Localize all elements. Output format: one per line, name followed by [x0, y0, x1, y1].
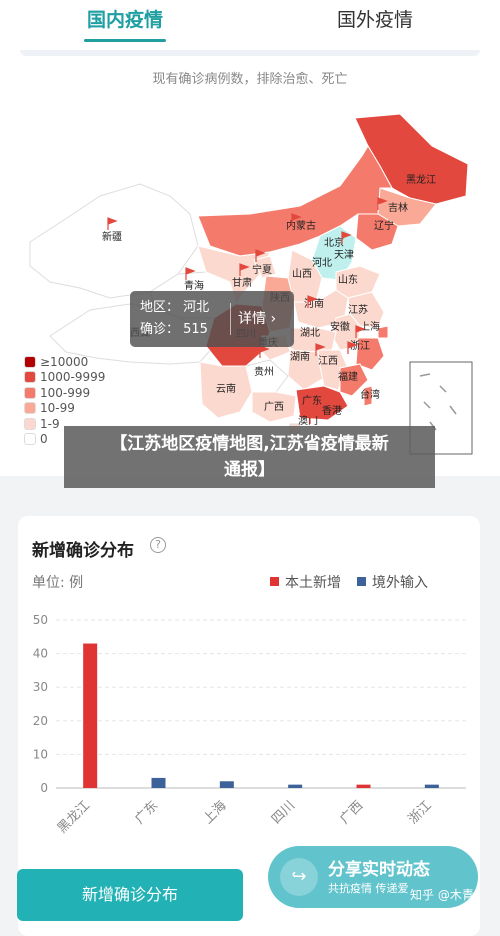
label-guangxi: 广西 [264, 401, 284, 413]
tab-overseas[interactable]: 国外疫情 [250, 0, 500, 46]
region-tooltip: 地区： 河北 确诊： 515 详情 › [130, 291, 294, 347]
y-tick-label: 10 [33, 747, 48, 761]
label-jiangsu: 江苏 [348, 303, 368, 316]
label-hunan: 湖南 [290, 350, 310, 363]
label-hebei: 河北 [312, 257, 332, 269]
legend-label: 1-9 [40, 416, 60, 431]
tooltip-divider [230, 303, 231, 335]
tooltip-region: 地区： 河北 [140, 300, 210, 315]
label-shanghai: 上海 [360, 320, 380, 333]
label-guizhou: 贵州 [254, 365, 274, 378]
legend-swatch [24, 371, 36, 384]
label-gansu: 甘肃 [232, 276, 252, 289]
banner-line-1: 【江苏地区疫情地图,江苏省疫情最新 [110, 434, 389, 454]
tooltip-confirmed: 确诊： 515 [140, 322, 208, 337]
label-hubei: 湖北 [300, 327, 320, 339]
label-anhui: 安徽 [330, 320, 350, 333]
banner-line-2: 通报】 [224, 460, 275, 480]
label-xianggang: 香港 [322, 405, 342, 417]
share-icon: ↪ [280, 858, 318, 896]
bar-local[interactable] [83, 643, 98, 788]
legend-label: ≥10000 [40, 354, 89, 369]
y-tick-label: 20 [33, 714, 48, 728]
y-tick-label: 30 [33, 680, 48, 694]
label-jiangxi: 江西 [318, 355, 338, 367]
y-tick-label: 0 [40, 781, 48, 795]
label-shandong: 山东 [338, 273, 358, 286]
article-title-banner: 【江苏地区疫情地图,江苏省疫情最新 通报】 [64, 426, 435, 488]
share-title: 分享实时动态 [328, 860, 430, 880]
legend-label: 100-999 [40, 385, 91, 400]
bar-local[interactable] [356, 784, 371, 788]
legend-label: 0 [40, 432, 48, 447]
label-beijing: 北京 [324, 236, 344, 249]
label-jilin: 吉林 [388, 201, 408, 214]
x-tick-label: 上海 [201, 798, 230, 827]
bar-imported[interactable] [424, 784, 439, 788]
bar-imported[interactable] [219, 781, 234, 788]
x-tick-label: 浙江 [406, 798, 435, 827]
legend-label: 10-99 [40, 401, 75, 416]
legend-item: 1000-9999 [24, 370, 105, 386]
legend-label: 1000-9999 [40, 370, 106, 385]
x-tick-label: 四川 [269, 798, 298, 827]
watermark: 知乎 @木青 [410, 888, 474, 902]
legend-item: ≥10000 [24, 354, 105, 370]
label-neimenggu: 内蒙古 [286, 219, 316, 232]
x-tick-label: 广西 [337, 798, 366, 827]
legend-swatch [24, 417, 36, 430]
tab-bar: 国内疫情 国外疫情 [0, 0, 500, 46]
label-tianjin: 天津 [334, 249, 354, 261]
label-fujian: 福建 [338, 370, 358, 383]
legend-swatch [24, 433, 36, 446]
legend-item: 10-99 [24, 401, 105, 417]
label-shanxi: 山西 [292, 268, 312, 280]
bar-imported[interactable] [288, 784, 303, 788]
y-tick-label: 50 [33, 613, 48, 627]
label-guangdong: 广东 [302, 394, 322, 407]
bar-imported[interactable] [151, 777, 166, 788]
legend-swatch [24, 402, 36, 415]
label-heilongjiang: 黑龙江 [406, 173, 436, 186]
legend-swatch [24, 355, 36, 368]
tooltip-detail-link[interactable]: 详情 › [238, 308, 276, 328]
map-panel: 现有确诊病例数，排除治愈、死亡 黑龙江 吉林 辽宁 内蒙古 北京 天津 河北 山… [0, 46, 500, 476]
x-tick-label: 广东 [132, 798, 161, 827]
label-taiwan: 台湾 [360, 388, 380, 401]
label-xinjiang: 新疆 [102, 230, 122, 243]
label-liaoning: 辽宁 [374, 219, 394, 232]
x-tick-label: 黑龙江 [55, 798, 93, 836]
active-tab-indicator [84, 39, 166, 42]
share-subtitle: 共抗疫情 传递爱 [328, 882, 409, 895]
label-ningxia: 宁夏 [252, 263, 272, 276]
legend-item: 100-999 [24, 385, 105, 401]
legend-swatch [24, 386, 36, 399]
label-yunnan: 云南 [216, 382, 236, 395]
new-cases-distribution-button[interactable]: 新增确诊分布 [17, 869, 243, 921]
new-cases-bar-chart: 0 10 20 30 40 50 黑龙江 广东 上海 四川 广西 浙江 [33, 613, 466, 836]
y-tick-label: 40 [33, 647, 48, 661]
